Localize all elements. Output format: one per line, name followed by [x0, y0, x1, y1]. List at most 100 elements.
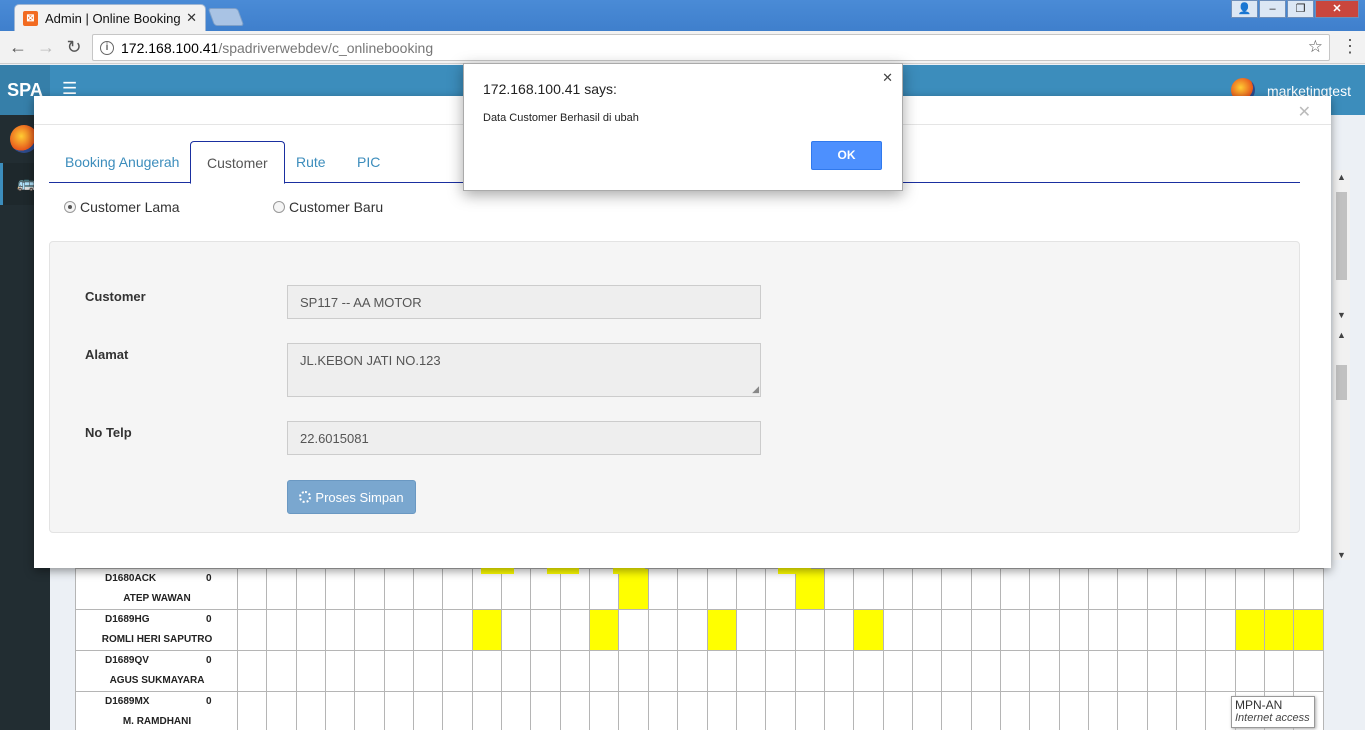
schedule-cell[interactable] — [501, 650, 532, 692]
schedule-cell[interactable] — [325, 650, 356, 692]
schedule-cell[interactable] — [559, 691, 591, 730]
schedule-cell[interactable] — [794, 691, 825, 730]
schedule-cell[interactable] — [647, 650, 679, 692]
schedule-cell[interactable] — [794, 568, 825, 610]
schedule-cell[interactable] — [413, 568, 444, 610]
schedule-cell[interactable] — [236, 650, 268, 692]
modal-close-icon[interactable]: ✕ — [1298, 102, 1311, 122]
schedule-cell[interactable] — [1058, 609, 1089, 651]
schedule-cell[interactable] — [530, 691, 561, 730]
tab-close-icon[interactable]: ✕ — [186, 10, 197, 26]
schedule-cell[interactable] — [501, 609, 532, 651]
schedule-cell[interactable] — [1146, 691, 1178, 730]
schedule-cell[interactable] — [1234, 609, 1266, 651]
new-tab-button[interactable] — [207, 8, 245, 26]
schedule-cell[interactable] — [647, 568, 679, 610]
schedule-cell[interactable] — [823, 568, 855, 610]
schedule-cell[interactable] — [853, 568, 884, 610]
radio-button-selected[interactable] — [64, 201, 76, 213]
back-arrow-icon[interactable]: ← — [8, 37, 28, 57]
schedule-cell[interactable] — [1087, 609, 1119, 651]
schedule-cell[interactable] — [471, 650, 503, 692]
schedule-cell[interactable] — [970, 609, 1001, 651]
schedule-cell[interactable] — [530, 568, 561, 610]
schedule-cell[interactable] — [999, 691, 1031, 730]
schedule-cell[interactable] — [1234, 650, 1266, 692]
address-bar[interactable]: i 172.168.100.41 /spadriverwebdev/c_onli… — [92, 34, 1330, 61]
schedule-cell[interactable] — [618, 691, 649, 730]
schedule-cell[interactable] — [1058, 568, 1089, 610]
schedule-cell[interactable] — [471, 609, 503, 651]
resize-grip-icon[interactable]: ◢ — [752, 384, 759, 395]
schedule-cell[interactable] — [1117, 568, 1148, 610]
scroll-down-icon[interactable]: ▼ — [1337, 550, 1346, 560]
schedule-cell[interactable] — [471, 691, 503, 730]
schedule-cell[interactable] — [266, 568, 297, 610]
schedule-cell[interactable] — [1264, 568, 1295, 610]
ok-button[interactable]: OK — [811, 141, 882, 170]
schedule-cell[interactable] — [794, 650, 825, 692]
scroll-up-icon[interactable]: ▲ — [1337, 172, 1346, 182]
schedule-cell[interactable] — [1087, 691, 1119, 730]
schedule-cell[interactable] — [1175, 691, 1207, 730]
schedule-cell[interactable] — [1234, 568, 1266, 610]
tab-pic[interactable]: PIC — [341, 141, 396, 183]
schedule-cell[interactable] — [677, 691, 708, 730]
window-user-icon[interactable]: 👤 — [1231, 0, 1258, 18]
schedule-cell[interactable] — [618, 650, 649, 692]
radio-customer-lama[interactable]: Customer Lama — [64, 199, 180, 215]
schedule-cell[interactable] — [413, 691, 444, 730]
schedule-cell[interactable] — [618, 609, 649, 651]
schedule-cell[interactable] — [941, 609, 972, 651]
schedule-cell[interactable] — [706, 691, 737, 730]
schedule-cell[interactable] — [325, 609, 356, 651]
schedule-cell[interactable] — [999, 650, 1031, 692]
alert-close-icon[interactable]: ✕ — [882, 70, 893, 86]
schedule-cell[interactable] — [941, 568, 972, 610]
schedule-cell[interactable] — [501, 691, 532, 730]
schedule-cell[interactable] — [794, 609, 825, 651]
schedule-cell[interactable] — [706, 650, 737, 692]
schedule-cell[interactable] — [765, 609, 796, 651]
schedule-cell[interactable] — [589, 609, 620, 651]
scroll-up-icon[interactable]: ▲ — [1337, 330, 1346, 340]
tab-rute[interactable]: Rute — [280, 141, 342, 183]
schedule-cell[interactable] — [1146, 609, 1178, 651]
schedule-cell[interactable] — [1205, 609, 1236, 651]
schedule-cell[interactable] — [589, 691, 620, 730]
schedule-cell[interactable] — [442, 650, 473, 692]
browser-menu-icon[interactable]: ⋮ — [1341, 36, 1359, 56]
site-info-icon[interactable]: i — [100, 40, 114, 55]
schedule-cell[interactable] — [383, 609, 415, 651]
schedule-cell[interactable] — [266, 609, 297, 651]
schedule-cell[interactable] — [559, 609, 591, 651]
telp-field[interactable]: 22.6015081 — [287, 421, 761, 455]
schedule-cell[interactable] — [882, 650, 913, 692]
schedule-cell[interactable] — [1175, 650, 1207, 692]
schedule-cell[interactable] — [1029, 691, 1060, 730]
schedule-cell[interactable] — [882, 568, 913, 610]
schedule-cell[interactable] — [677, 650, 708, 692]
schedule-cell[interactable] — [706, 609, 737, 651]
radio-button[interactable] — [273, 201, 285, 213]
customer-field[interactable]: SP117 -- AA MOTOR — [287, 285, 761, 319]
schedule-cell[interactable] — [354, 609, 385, 651]
browser-tab[interactable]: ⊠ Admin | Online Booking ✕ — [14, 4, 206, 31]
schedule-cell[interactable] — [1293, 650, 1324, 692]
schedule-cell[interactable] — [442, 691, 473, 730]
schedule-cell[interactable] — [354, 568, 385, 610]
schedule-cell[interactable] — [295, 650, 327, 692]
schedule-cell[interactable] — [1175, 568, 1207, 610]
schedule-cell[interactable] — [970, 691, 1001, 730]
forward-arrow-icon[interactable]: → — [36, 37, 56, 57]
schedule-cell[interactable] — [1029, 609, 1060, 651]
schedule-cell[interactable] — [1175, 609, 1207, 651]
window-minimize-icon[interactable]: – — [1259, 0, 1286, 18]
schedule-cell[interactable] — [999, 568, 1031, 610]
schedule-cell[interactable] — [677, 609, 708, 651]
schedule-cell[interactable] — [236, 568, 268, 610]
schedule-cell[interactable] — [765, 568, 796, 610]
schedule-cell[interactable] — [501, 568, 532, 610]
radio-customer-baru[interactable]: Customer Baru — [273, 199, 383, 215]
schedule-cell[interactable] — [647, 691, 679, 730]
